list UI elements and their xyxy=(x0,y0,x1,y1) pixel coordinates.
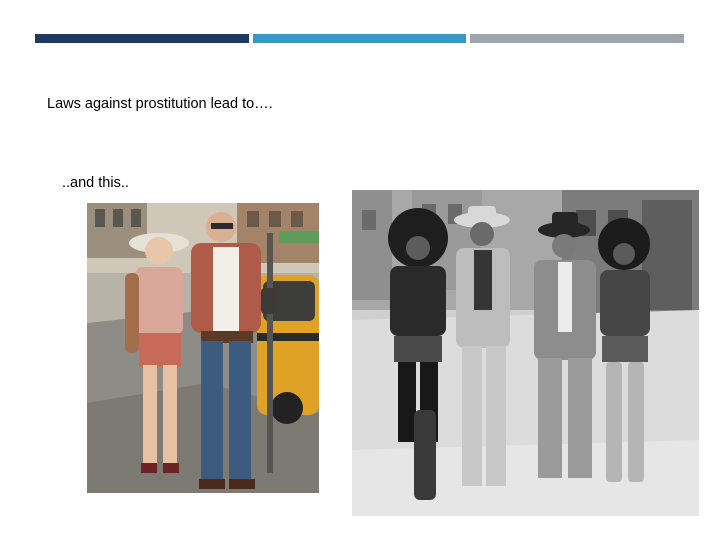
street-group-photo xyxy=(352,190,699,516)
slide: Laws against prostitution lead to…. ..an… xyxy=(0,0,720,540)
accent-bar-navy xyxy=(35,34,249,43)
slide-heading: Laws against prostitution lead to…. xyxy=(47,96,273,112)
slide-subtext: ..and this.. xyxy=(62,175,129,191)
street-couple-photo xyxy=(87,203,319,493)
accent-bar-gray xyxy=(470,34,684,43)
street-group-illustration xyxy=(352,190,699,516)
accent-bar-blue xyxy=(253,34,466,43)
street-couple-illustration xyxy=(87,203,319,493)
